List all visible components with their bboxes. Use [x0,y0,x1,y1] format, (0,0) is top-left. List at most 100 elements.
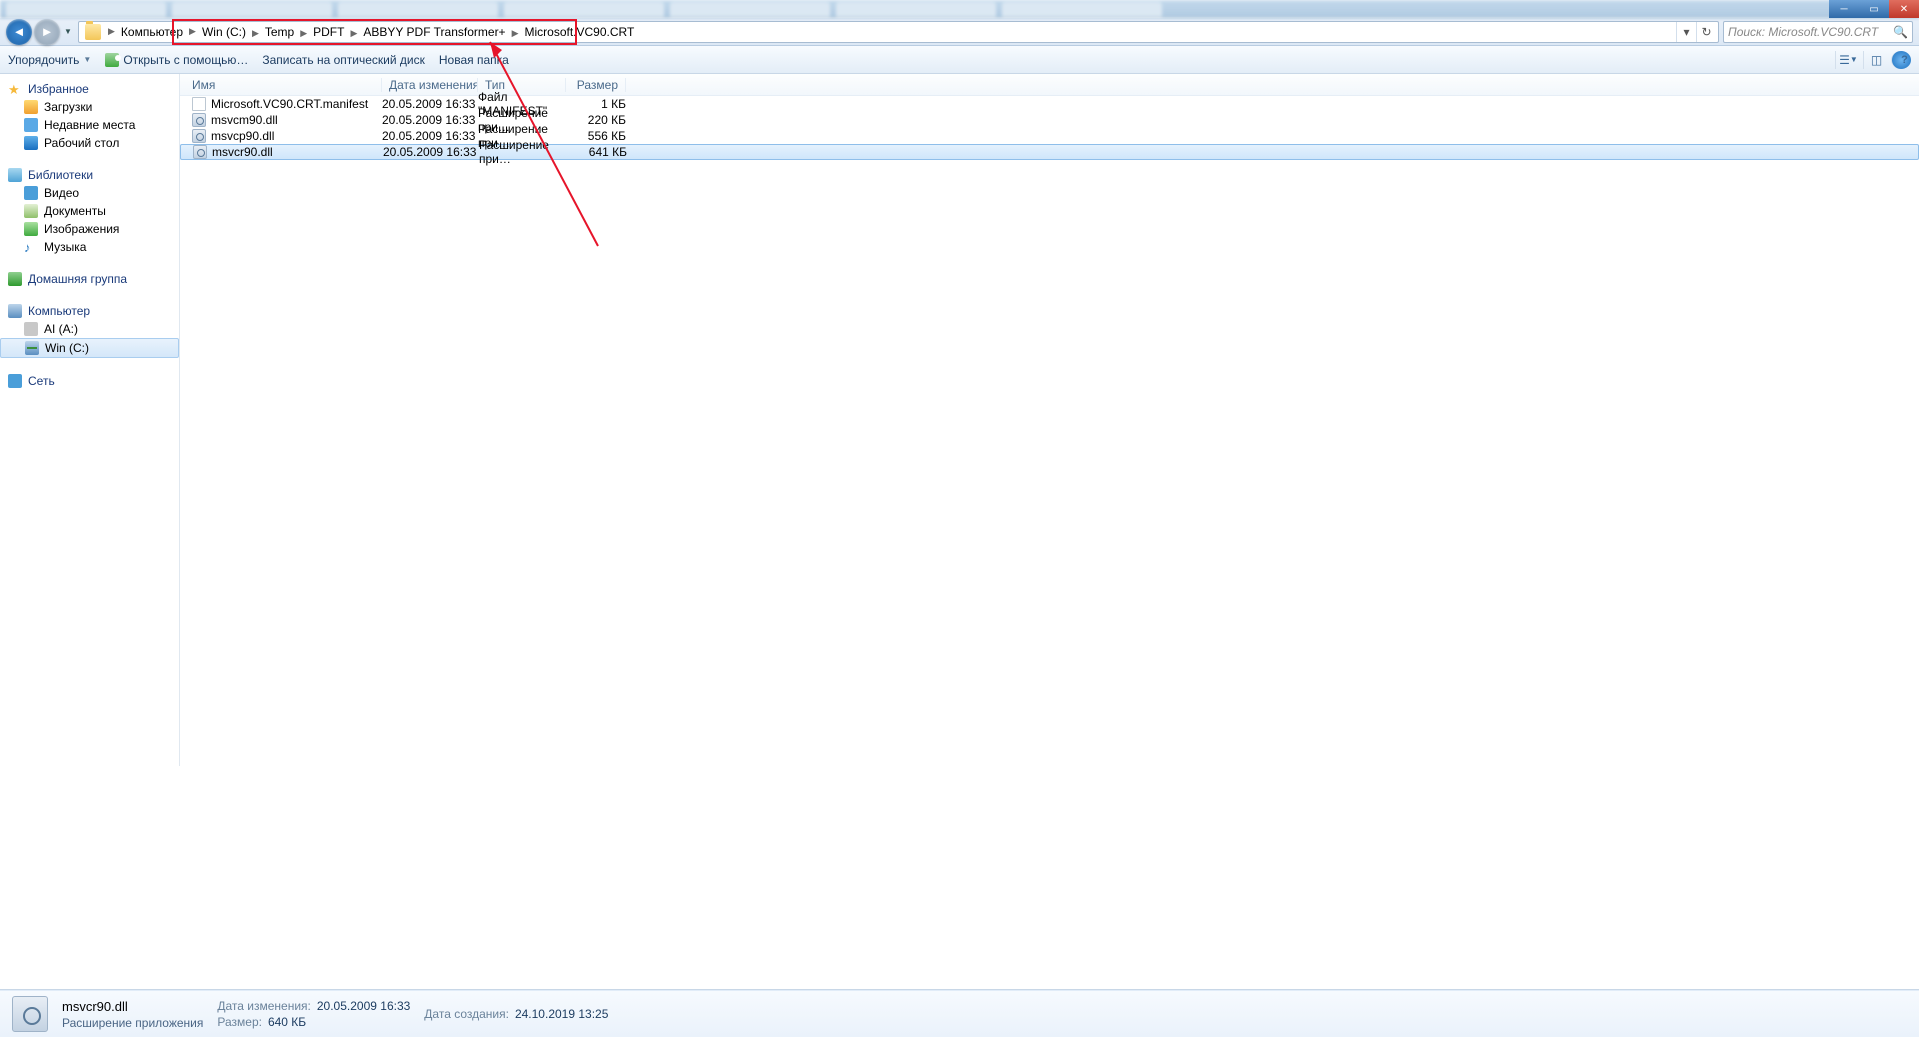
file-date: 20.05.2009 16:33 [382,113,478,127]
chevron-right-icon[interactable]: ▶ [105,26,118,37]
sidebar-favorites-header[interactable]: ★Избранное [0,80,179,98]
details-filetype: Расширение приложения [62,1016,203,1030]
crumb-segment[interactable]: PDFT [310,25,347,39]
sidebar-network-header[interactable]: Сеть [0,372,179,390]
file-date: 20.05.2009 16:33 [382,129,478,143]
sidebar-item-label: AI (A:) [44,322,78,336]
i-img-icon [24,222,38,236]
column-name[interactable]: Имя [180,78,382,92]
sidebar-item[interactable]: Изображения [0,220,179,238]
computer-icon [8,304,22,318]
file-size: 220 КБ [566,113,626,127]
file-date: 20.05.2009 16:33 [383,145,479,159]
details-filename: msvcr90.dll [62,999,203,1014]
sidebar-item[interactable]: Недавние места [0,116,179,134]
search-icon[interactable]: 🔍 [1893,25,1908,39]
i-video-icon [24,186,38,200]
crumb-segment[interactable]: Win (C:) [199,25,249,39]
file-name: msvcm90.dll [211,113,278,127]
sidebar-item-label: Win (C:) [45,341,89,355]
sidebar-item-label: Музыка [44,240,86,254]
sidebar-item[interactable]: ♪ Музыка [0,238,179,256]
i-recent-icon [24,118,38,132]
sidebar-item[interactable]: Документы [0,202,179,220]
forward-button[interactable]: ► [34,19,60,45]
file-name: Microsoft.VC90.CRT.manifest [211,97,368,111]
burn-button[interactable]: Записать на оптический диск [262,53,425,67]
file-name: msvcr90.dll [212,145,273,159]
file-row[interactable]: msvcm90.dll20.05.2009 16:33Расширение пр… [180,112,1919,128]
open-with-button[interactable]: Открыть с помощью… [105,53,248,67]
sidebar-computer-header[interactable]: Компьютер [0,302,179,320]
nav-bar: ◄ ► ▼ ▶ Компьютер ▶ Win (C:)▶Temp▶PDFT▶A… [0,18,1919,46]
file-list-pane: Имя Дата изменения Тип Размер Microsoft.… [180,74,1919,766]
sidebar-libraries-header[interactable]: Библиотеки [0,166,179,184]
refresh-button[interactable]: ↻ [1696,22,1716,42]
chevron-right-icon[interactable]: ▶ [509,28,522,38]
window-controls: ─ ▭ ✕ [1829,0,1919,18]
column-headers: Имя Дата изменения Тип Размер [180,74,1919,96]
homegroup-icon [8,272,22,286]
minimize-button[interactable]: ─ [1829,0,1859,18]
search-box[interactable]: Поиск: Microsoft.VC90.CRT 🔍 [1723,21,1913,43]
file-row[interactable]: msvcp90.dll20.05.2009 16:33Расширение пр… [180,128,1919,144]
sidebar-item-label: Рабочий стол [44,136,119,150]
i-music-icon: ♪ [24,240,38,254]
i-doc-icon [24,204,38,218]
sidebar-item-label: Недавние места [44,118,135,132]
sidebar-item[interactable]: Загрузки [0,98,179,116]
search-placeholder: Поиск: Microsoft.VC90.CRT [1728,25,1878,39]
crumb-computer[interactable]: Компьютер [118,25,186,39]
details-pane: msvcr90.dll Расширение приложения Дата и… [0,991,1919,1037]
chevron-right-icon[interactable]: ▶ [347,28,360,38]
sidebar-item[interactable]: AI (A:) [0,320,179,338]
file-size: 641 КБ [567,145,627,159]
column-date[interactable]: Дата изменения [382,78,478,92]
open-with-icon [105,53,119,67]
maximize-button[interactable]: ▭ [1859,0,1889,18]
sidebar-item-label: Документы [44,204,106,218]
preview-pane-button[interactable]: ◫ [1863,51,1883,69]
background-browser-tabs [0,0,1919,18]
address-bar[interactable]: ▶ Компьютер ▶ Win (C:)▶Temp▶PDFT▶ABBYY P… [78,21,1719,43]
sidebar-item[interactable]: Видео [0,184,179,202]
crumb-segment[interactable]: ABBYY PDF Transformer+ [360,25,508,39]
i-driveC-icon [25,341,39,355]
file-row[interactable]: msvcr90.dll20.05.2009 16:33Расширение пр… [180,144,1919,160]
chevron-right-icon[interactable]: ▶ [186,26,199,37]
sidebar-item-label: Видео [44,186,79,200]
chevron-right-icon[interactable]: ▶ [297,28,310,38]
crumb-segment[interactable]: Temp [262,25,297,39]
sidebar-item[interactable]: Win (C:) [0,338,179,358]
i-dl-icon [24,100,38,114]
column-size[interactable]: Размер [566,78,626,92]
back-button[interactable]: ◄ [6,19,32,45]
file-name: msvcp90.dll [211,129,274,143]
libraries-icon [8,168,22,182]
organize-menu[interactable]: Упорядочить▼ [8,53,91,67]
details-file-icon [12,996,48,1032]
file-row[interactable]: Microsoft.VC90.CRT.manifest 20.05.2009 16… [180,96,1919,112]
chevron-right-icon[interactable]: ▶ [249,28,262,38]
new-folder-button[interactable]: Новая папка [439,53,509,67]
help-button[interactable]: ? [1891,51,1911,69]
sidebar-item-label: Загрузки [44,100,92,114]
file-icon [192,129,206,143]
sidebar-item-label: Изображения [44,222,119,236]
file-icon [193,145,207,159]
address-dropdown-button[interactable]: ▾ [1676,22,1696,42]
sidebar-homegroup-header[interactable]: Домашняя группа [0,270,179,288]
close-button[interactable]: ✕ [1889,0,1919,18]
i-driveA-icon [24,322,38,336]
file-type: Расширение при… [479,138,567,166]
command-bar: Упорядочить▼ Открыть с помощью… Записать… [0,46,1919,74]
view-options-button[interactable]: ☰ ▼ [1835,51,1855,69]
sidebar-item[interactable]: Рабочий стол [0,134,179,152]
history-dropdown[interactable]: ▼ [62,27,74,36]
i-desktop-icon [24,136,38,150]
file-size: 1 КБ [566,97,626,111]
network-icon [8,374,22,388]
crumb-segment[interactable]: Microsoft.VC90.CRT [522,25,638,39]
file-icon [192,97,206,111]
file-date: 20.05.2009 16:33 [382,97,478,111]
